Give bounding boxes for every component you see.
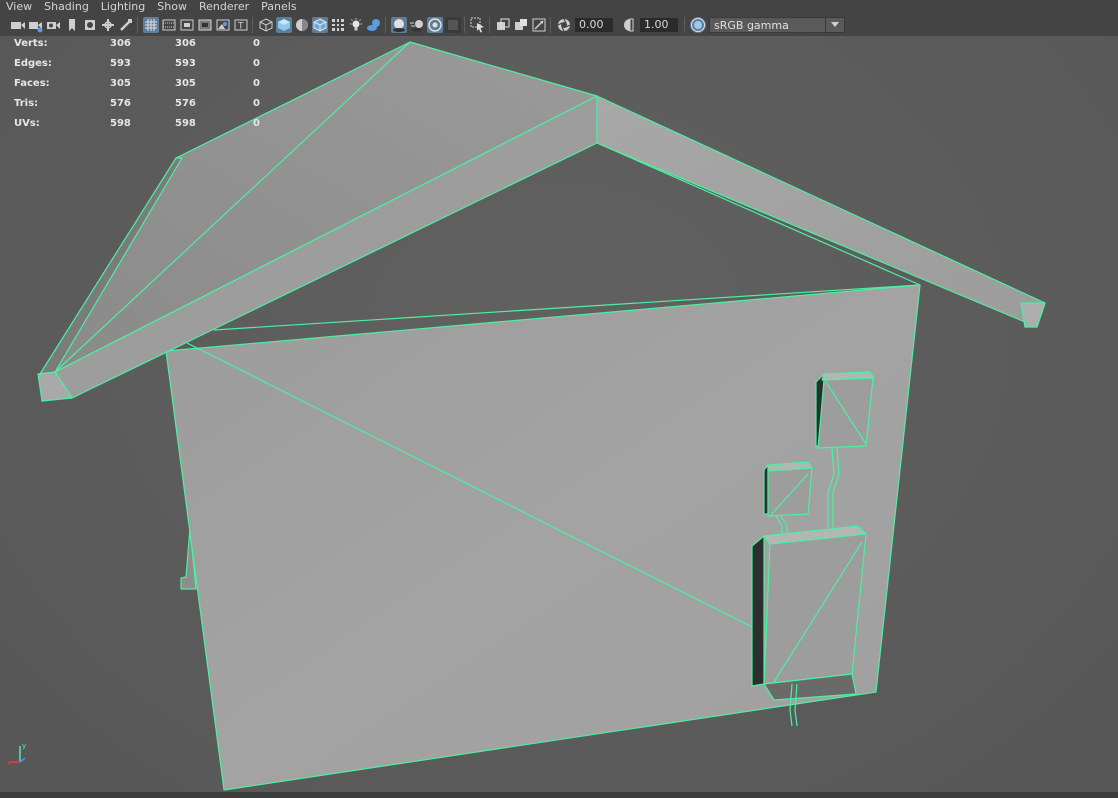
color-management-icon[interactable]: [690, 17, 706, 33]
backface-culling-icon[interactable]: [531, 17, 547, 33]
svg-text:y: y: [22, 742, 26, 750]
gamma-field[interactable]: 1.00: [640, 18, 678, 32]
menu-show[interactable]: Show: [151, 0, 193, 14]
hud-row-verts: Verts: 306 306 0: [14, 38, 274, 58]
image-plane-icon[interactable]: [64, 17, 80, 33]
camera-attributes-icon[interactable]: [28, 17, 44, 33]
svg-text:T: T: [237, 22, 244, 32]
hud-row-faces: Faces: 305 305 0: [14, 78, 274, 98]
hud-value-selected: 593: [175, 58, 196, 69]
hud-value-components: 0: [253, 58, 260, 69]
exposure-field[interactable]: 0.00: [575, 18, 613, 32]
hud-label: Faces:: [14, 78, 50, 89]
smooth-shade-icon[interactable]: [276, 17, 292, 33]
resolution-gate-icon[interactable]: [118, 17, 134, 33]
screen-space-ao-icon[interactable]: [391, 17, 407, 33]
maya-viewport-panel: View Shading Lighting Show Renderer Pane…: [0, 0, 1118, 798]
hud-value-selected: 305: [175, 78, 196, 89]
wireframe-icon[interactable]: [258, 17, 274, 33]
hud-value-objects: 576: [110, 98, 131, 109]
safe-title-icon[interactable]: T: [233, 17, 249, 33]
exposure-icon[interactable]: [556, 17, 572, 33]
toolbar-separator: [137, 17, 138, 33]
use-lights-icon[interactable]: [348, 17, 364, 33]
shadows-icon[interactable]: [366, 17, 382, 33]
depth-of-field-icon[interactable]: [445, 17, 461, 33]
hud-value-objects: 305: [110, 78, 131, 89]
hud-label: Edges:: [14, 58, 52, 69]
menu-lighting[interactable]: Lighting: [95, 0, 151, 14]
menu-shading[interactable]: Shading: [38, 0, 95, 14]
gate-mask-icon[interactable]: [197, 17, 213, 33]
svg-text:x: x: [7, 759, 11, 766]
grid-toggle-icon[interactable]: [143, 17, 159, 33]
toolbar-separator: [489, 17, 490, 33]
hud-value-selected: 576: [175, 98, 196, 109]
3d-viewport[interactable]: Verts: 306 306 0 Edges: 593 593 0 Faces:…: [0, 36, 1118, 792]
camera-icon[interactable]: [10, 17, 26, 33]
panel-menu-bar: View Shading Lighting Show Renderer Pane…: [0, 0, 1118, 14]
isolate-select-icon[interactable]: [470, 17, 486, 33]
toolbar-separator: [550, 17, 551, 33]
hud-row-tris: Tris: 576 576 0: [14, 98, 274, 118]
toolbar-separator: [252, 17, 253, 33]
large-box-front: [763, 533, 867, 685]
xray-active-icon[interactable]: [513, 17, 529, 33]
film-gate-icon[interactable]: [100, 17, 116, 33]
menu-renderer[interactable]: Renderer: [193, 0, 255, 14]
hud-value-components: 0: [253, 118, 260, 129]
large-box-side: [751, 535, 765, 687]
toolbar-separator: [385, 17, 386, 33]
motion-blur-icon[interactable]: [409, 17, 425, 33]
menu-panels[interactable]: Panels: [255, 0, 302, 14]
gamma-icon[interactable]: [621, 17, 637, 33]
roof-end-cap-right: [1020, 302, 1046, 328]
hud-label: UVs:: [14, 118, 40, 129]
xray-icon[interactable]: [330, 17, 346, 33]
color-space-dropdown[interactable]: sRGB gamma: [709, 17, 845, 33]
hud-value-components: 0: [253, 98, 260, 109]
bookmark-icon[interactable]: [46, 17, 62, 33]
poly-count-hud: Verts: 306 306 0 Edges: 593 593 0 Faces:…: [14, 38, 274, 138]
film-gate-toggle-icon[interactable]: [161, 17, 177, 33]
panel-toolbar: T 0.00 1.00 sRGB gamma: [0, 14, 1118, 36]
hud-value-objects: 593: [110, 58, 131, 69]
anti-aliasing-icon[interactable]: [427, 17, 443, 33]
toolbar-separator: [684, 17, 685, 33]
hud-value-components: 0: [253, 78, 260, 89]
resolution-gate-toggle-icon[interactable]: [179, 17, 195, 33]
hud-value-selected: 306: [175, 38, 196, 49]
hud-row-edges: Edges: 593 593 0: [14, 58, 274, 78]
hud-row-uvs: UVs: 598 598 0: [14, 118, 274, 138]
hud-label: Verts:: [14, 38, 48, 49]
menu-view[interactable]: View: [0, 0, 38, 14]
hud-value-selected: 598: [175, 118, 196, 129]
right-roof-top: [596, 95, 1046, 328]
field-chart-icon[interactable]: [215, 17, 231, 33]
chevron-down-icon[interactable]: [825, 18, 844, 32]
toolbar-separator: [464, 17, 465, 33]
hud-value-objects: 598: [110, 118, 131, 129]
house-model-wireframe[interactable]: [0, 36, 1118, 792]
hud-value-components: 0: [253, 38, 260, 49]
view-axis-icon: y x: [7, 742, 26, 766]
hud-label: Tris:: [14, 98, 39, 109]
wireframe-on-shaded-icon[interactable]: [312, 17, 328, 33]
color-space-value: sRGB gamma: [714, 18, 789, 32]
grid-icon[interactable]: [82, 17, 98, 33]
default-material-icon[interactable]: [294, 17, 310, 33]
panel-bottom-border: [0, 792, 1118, 798]
xray-joints-icon[interactable]: [495, 17, 511, 33]
hud-value-objects: 306: [110, 38, 131, 49]
small-box-front: [767, 467, 813, 517]
